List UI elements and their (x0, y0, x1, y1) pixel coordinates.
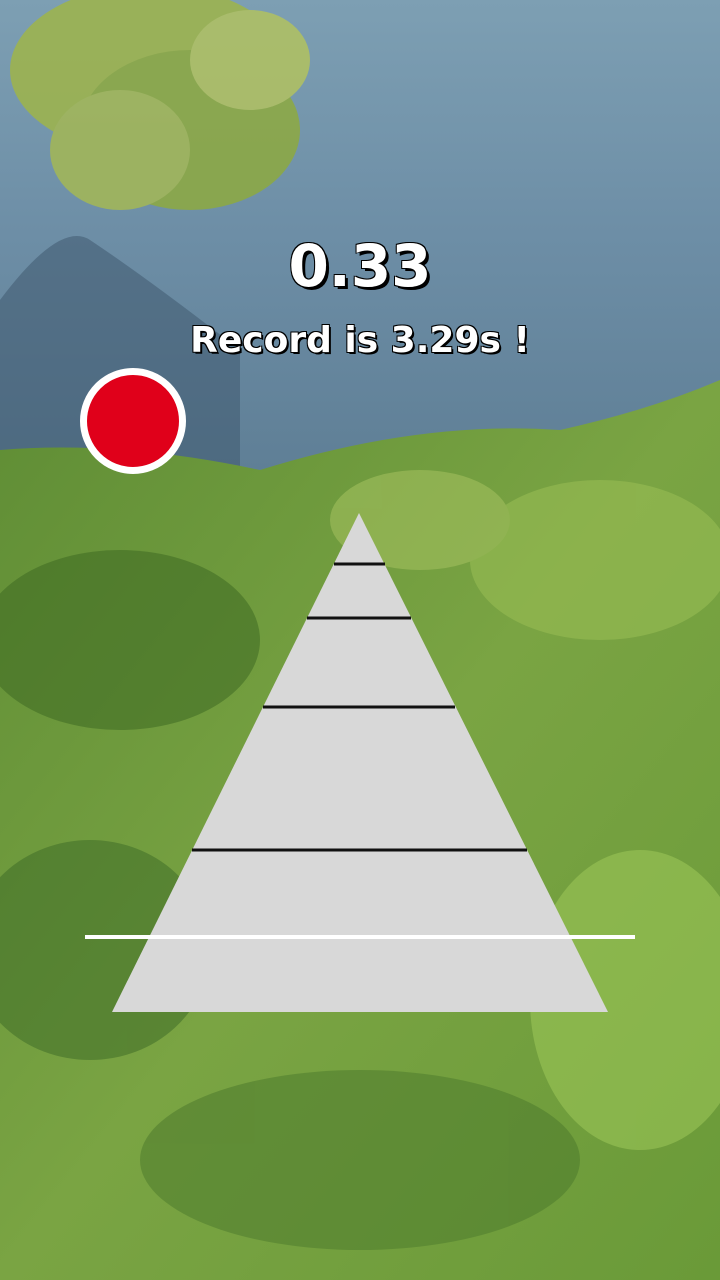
game-scene (0, 0, 720, 1280)
record-text: Record is 3.29s ! (190, 320, 530, 361)
record-button[interactable] (80, 368, 186, 474)
timer-text: 0.33 (288, 232, 432, 300)
